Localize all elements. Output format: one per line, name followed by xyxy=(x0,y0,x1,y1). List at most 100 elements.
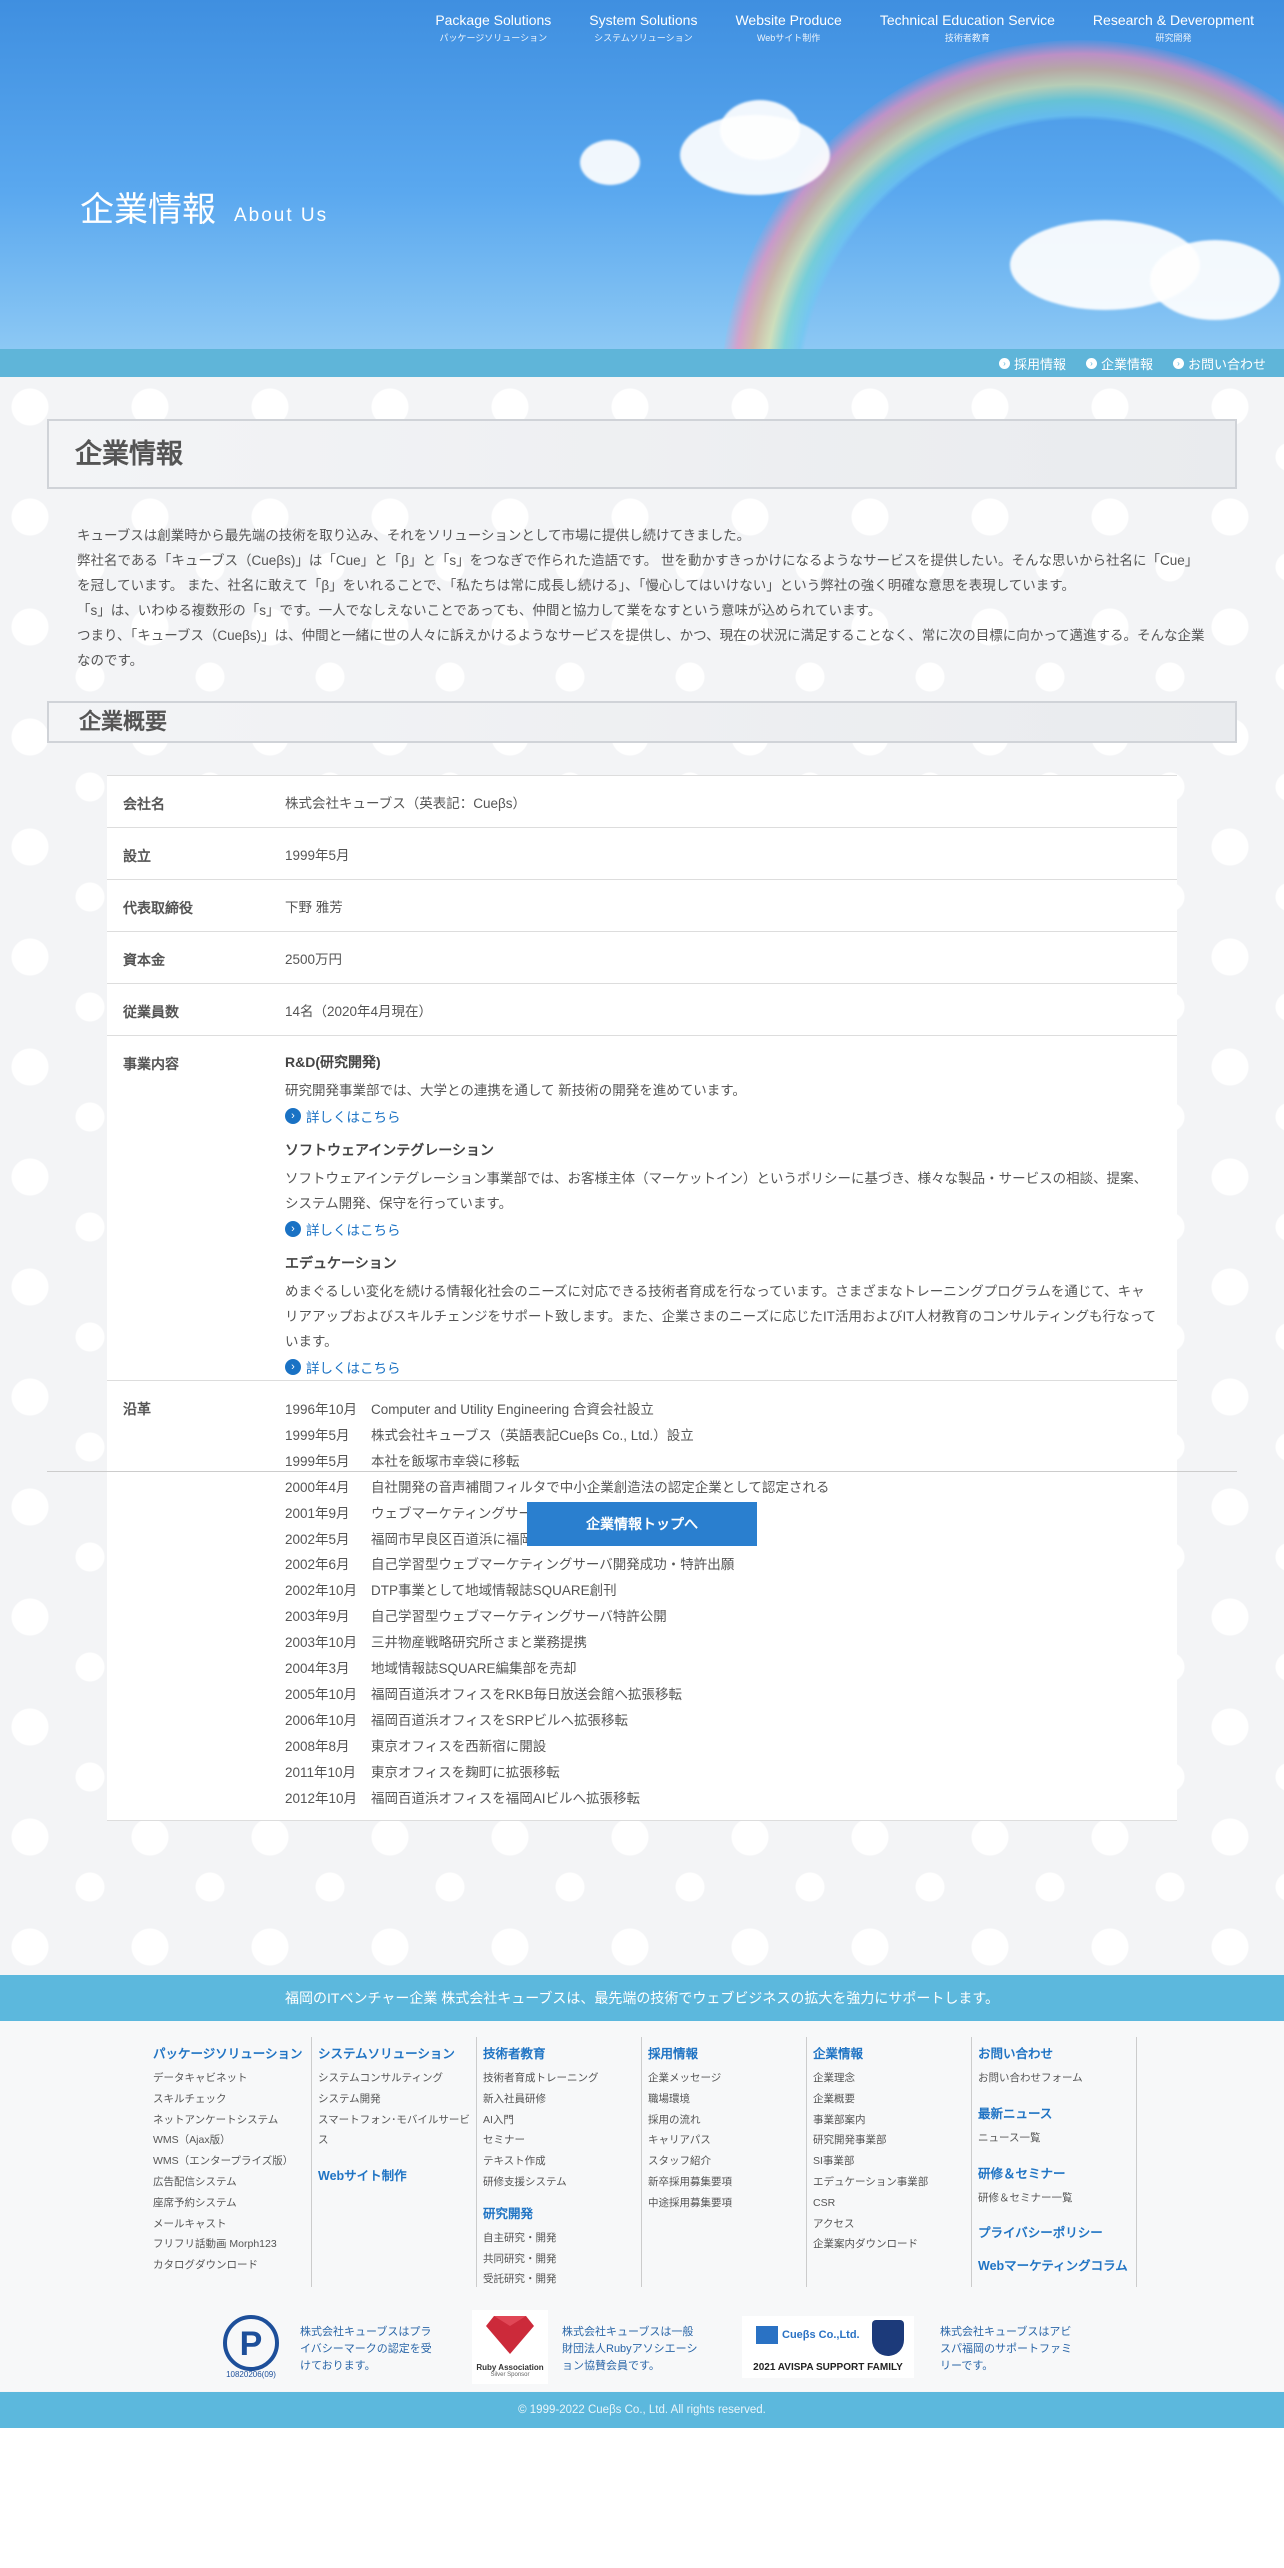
sitemap-heading[interactable]: 研修＆セミナー xyxy=(978,2163,1136,2182)
chevron-right-icon: › xyxy=(1172,357,1184,369)
history-date: 2001年9月 xyxy=(285,1505,350,1521)
sitemap-heading[interactable]: お問い合わせ xyxy=(978,2043,1136,2062)
sitemap-link[interactable]: 座席予約システム xyxy=(153,2193,311,2214)
nav-sublabel: Webサイト制作 xyxy=(756,33,821,43)
nav-technical-education[interactable]: Technical Education Service 技術者教育 xyxy=(880,12,1055,44)
history-event: DTP事業として地域情報誌SQUARE創刊 xyxy=(371,1583,617,1599)
subnav-label: 採用情報 xyxy=(1013,356,1066,372)
history-date: 2008年8月 xyxy=(285,1738,350,1754)
avispa-logo[interactable]: Cueβs Co.,Ltd. 2021 AVISPA SUPPORT FAMIL… xyxy=(742,2316,914,2378)
nav-package-solutions[interactable]: Package Solutions パッケージソリューション xyxy=(435,12,551,44)
sitemap-link[interactable]: スタッフ紹介 xyxy=(648,2151,806,2172)
sitemap-heading[interactable]: 技術者教育 xyxy=(483,2043,641,2062)
hero-banner: Package Solutions パッケージソリューション System Sol… xyxy=(0,0,1284,349)
sitemap-link[interactable]: 企業概要 xyxy=(813,2089,971,2110)
company-overview-table: 会社名 株式会社キューブス（英表記：Cueβs） 設立 1999年5月 代表取締… xyxy=(107,775,1177,1821)
avispa-text: 株式会社キューブスはアビスパ福岡のサポートファミリーです。 xyxy=(940,2326,1072,2372)
sitemap-link[interactable]: WMS（エンタープライズ版） xyxy=(153,2151,311,2172)
section-title-company-info: 企業情報 xyxy=(47,419,1237,489)
subnav-recruit[interactable]: › 採用情報 xyxy=(998,354,1066,373)
details-link-rd[interactable]: › 詳しくはこちら xyxy=(285,1106,1157,1126)
nav-label: Website Produce xyxy=(735,12,842,28)
sitemap-heading[interactable]: 最新ニュース xyxy=(978,2103,1136,2122)
sitemap-link[interactable]: 技術者育成トレーニング xyxy=(483,2068,641,2089)
company-intro: キューブスは創業時から最先端の技術を取り込み、それをソリューションとして市場に提… xyxy=(77,523,1207,673)
sitemap-link[interactable]: 事業部案内 xyxy=(813,2110,971,2131)
sitemap-heading[interactable]: 企業情報 xyxy=(813,2043,971,2062)
svg-text:P: P xyxy=(240,2325,263,2363)
sitemap-link[interactable]: アクセス xyxy=(813,2214,971,2235)
history-item: 2002年10月 DTP事業として地域情報誌SQUARE創刊 xyxy=(285,1578,1157,1604)
sitemap-link[interactable]: システム開発 xyxy=(318,2089,476,2110)
sitemap-link[interactable]: 共同研究・開発 xyxy=(483,2249,641,2270)
sitemap-link[interactable]: WMS（Ajax版） xyxy=(153,2130,311,2151)
sitemap-link[interactable]: お問い合わせフォーム xyxy=(978,2068,1136,2089)
sitemap-heading[interactable]: 研究開発 xyxy=(483,2203,641,2222)
page-title-en: About Us xyxy=(234,205,329,226)
nav-website-produce[interactable]: Website Produce Webサイト制作 xyxy=(735,12,841,44)
sitemap-link[interactable]: 研修＆セミナー一覧 xyxy=(978,2188,1136,2209)
sitemap-heading[interactable]: プライバシーポリシー xyxy=(978,2222,1136,2241)
nav-system-solutions[interactable]: System Solutions システムソリューション xyxy=(589,12,697,44)
sitemap-link[interactable]: 受託研究・開発 xyxy=(483,2269,641,2290)
details-link-si[interactable]: › 詳しくはこちら xyxy=(285,1219,1157,1239)
cuebs-cube-icon xyxy=(756,2326,778,2344)
sitemap-heading[interactable]: パッケージソリューション xyxy=(153,2043,311,2062)
sitemap-link[interactable]: キャリアパス xyxy=(648,2130,806,2151)
table-row: 沿革 1996年10月 Computer and Utility Engineer… xyxy=(107,1381,1177,1821)
sitemap-heading[interactable]: システムソリューション xyxy=(318,2043,476,2062)
sitemap-heading[interactable]: Webサイト制作 xyxy=(318,2165,476,2184)
sitemap-heading[interactable]: Webマーケティングコラム xyxy=(978,2255,1136,2274)
sitemap-link[interactable]: ネットアンケートシステム xyxy=(153,2110,311,2131)
sitemap-link[interactable]: 研究開発事業部 xyxy=(813,2130,971,2151)
company-top-button[interactable]: 企業情報トップへ xyxy=(527,1502,757,1546)
sitemap-link[interactable]: フリフリ話動画 Morph123 xyxy=(153,2234,311,2255)
sitemap-link[interactable]: システムコンサルティング xyxy=(318,2068,476,2089)
sitemap-link[interactable]: 研修支援システム xyxy=(483,2172,641,2193)
sitemap-link[interactable]: メールキャスト xyxy=(153,2214,311,2235)
sitemap-link[interactable]: スキルチェック xyxy=(153,2089,311,2110)
business-list: R&D(研究開発) 研究開発事業部では、大学との連携を通して 新技術の開発を進め… xyxy=(285,1036,1177,1380)
divider xyxy=(47,1471,1237,1472)
intro-paragraph: キューブスは創業時から最先端の技術を取り込み、それをソリューションとして市場に提… xyxy=(77,528,751,543)
sitemap-link[interactable]: 新入社員研修 xyxy=(483,2089,641,2110)
sitemap-link[interactable]: 職場環境 xyxy=(648,2089,806,2110)
history-item: 2003年10月 三井物産戦略研究所さまと業務提携 xyxy=(285,1630,1157,1656)
sitemap-link[interactable]: 中途採用募集要項 xyxy=(648,2193,806,2214)
sitemap-link[interactable]: 自主研究・開発 xyxy=(483,2228,641,2249)
sitemap-link[interactable]: セミナー xyxy=(483,2130,641,2151)
privacy-mark-logo[interactable]: P 10820206(09) xyxy=(220,2312,282,2382)
sitemap-link[interactable]: ニュース一覧 xyxy=(978,2128,1136,2149)
details-link-education[interactable]: › 詳しくはこちら xyxy=(285,1357,1157,1377)
sitemap-link[interactable]: AI入門 xyxy=(483,2110,641,2131)
sitemap-link[interactable]: スマートフォン･モバイルサービス xyxy=(318,2110,476,2152)
subnav-contact[interactable]: › お問い合わせ xyxy=(1172,354,1266,373)
intro-paragraph: つまり、「キューブス（Cueβs)」は、仲間と一緒に世の人々に訴えかけるようなサ… xyxy=(77,628,1205,668)
tagline-text: 福岡のITベンチャー企業 株式会社キューブスは、最先端の技術でウェブビジネスの拡… xyxy=(285,1990,999,2006)
sitemap-link[interactable]: エデュケーション事業部 xyxy=(813,2172,971,2193)
ruby-association-logo[interactable]: Ruby Association Silver Sponsor xyxy=(472,2310,548,2384)
sitemap-link[interactable]: CSR xyxy=(813,2193,971,2214)
sitemap-link[interactable]: データキャビネット xyxy=(153,2068,311,2089)
sitemap-link[interactable]: カタログダウンロード xyxy=(153,2255,311,2276)
ruby-icon xyxy=(486,2316,534,2354)
sitemap-link[interactable]: 広告配信システム xyxy=(153,2172,311,2193)
subnav-company[interactable]: › 企業情報 xyxy=(1085,354,1153,373)
sitemap-link[interactable]: SI事業部 xyxy=(813,2151,971,2172)
sitemap-link[interactable]: 採用の流れ xyxy=(648,2110,806,2131)
sitemap-link[interactable]: 企業案内ダウンロード xyxy=(813,2234,971,2255)
table-row: 資本金 2500万円 xyxy=(107,932,1177,984)
table-row: 設立 1999年5月 xyxy=(107,828,1177,880)
sitemap-link[interactable]: 企業メッセージ xyxy=(648,2068,806,2089)
nav-research-development[interactable]: Research & Deveropment 研究開発 xyxy=(1093,12,1254,44)
sitemap-link[interactable]: 企業理念 xyxy=(813,2068,971,2089)
link-label: 詳しくはこちら xyxy=(306,1361,401,1376)
history-date: 2002年5月 xyxy=(285,1531,350,1547)
sitemap-link[interactable]: 新卒採用募集要項 xyxy=(648,2172,806,2193)
history-event: 東京オフィスを西新宿に開設 xyxy=(371,1738,547,1754)
ruby-logo-label: Ruby Association xyxy=(476,2363,544,2372)
sitemap-heading[interactable]: 採用情報 xyxy=(648,2043,806,2062)
sitemap-col-company: 企業情報 企業理念 企業概要 事業部案内 研究開発事業部 SI事業部 エデュケーション事業… xyxy=(807,2037,972,2287)
privacy-mark-number: 10820206(09) xyxy=(226,2370,276,2379)
sitemap-link[interactable]: テキスト作成 xyxy=(483,2151,641,2172)
